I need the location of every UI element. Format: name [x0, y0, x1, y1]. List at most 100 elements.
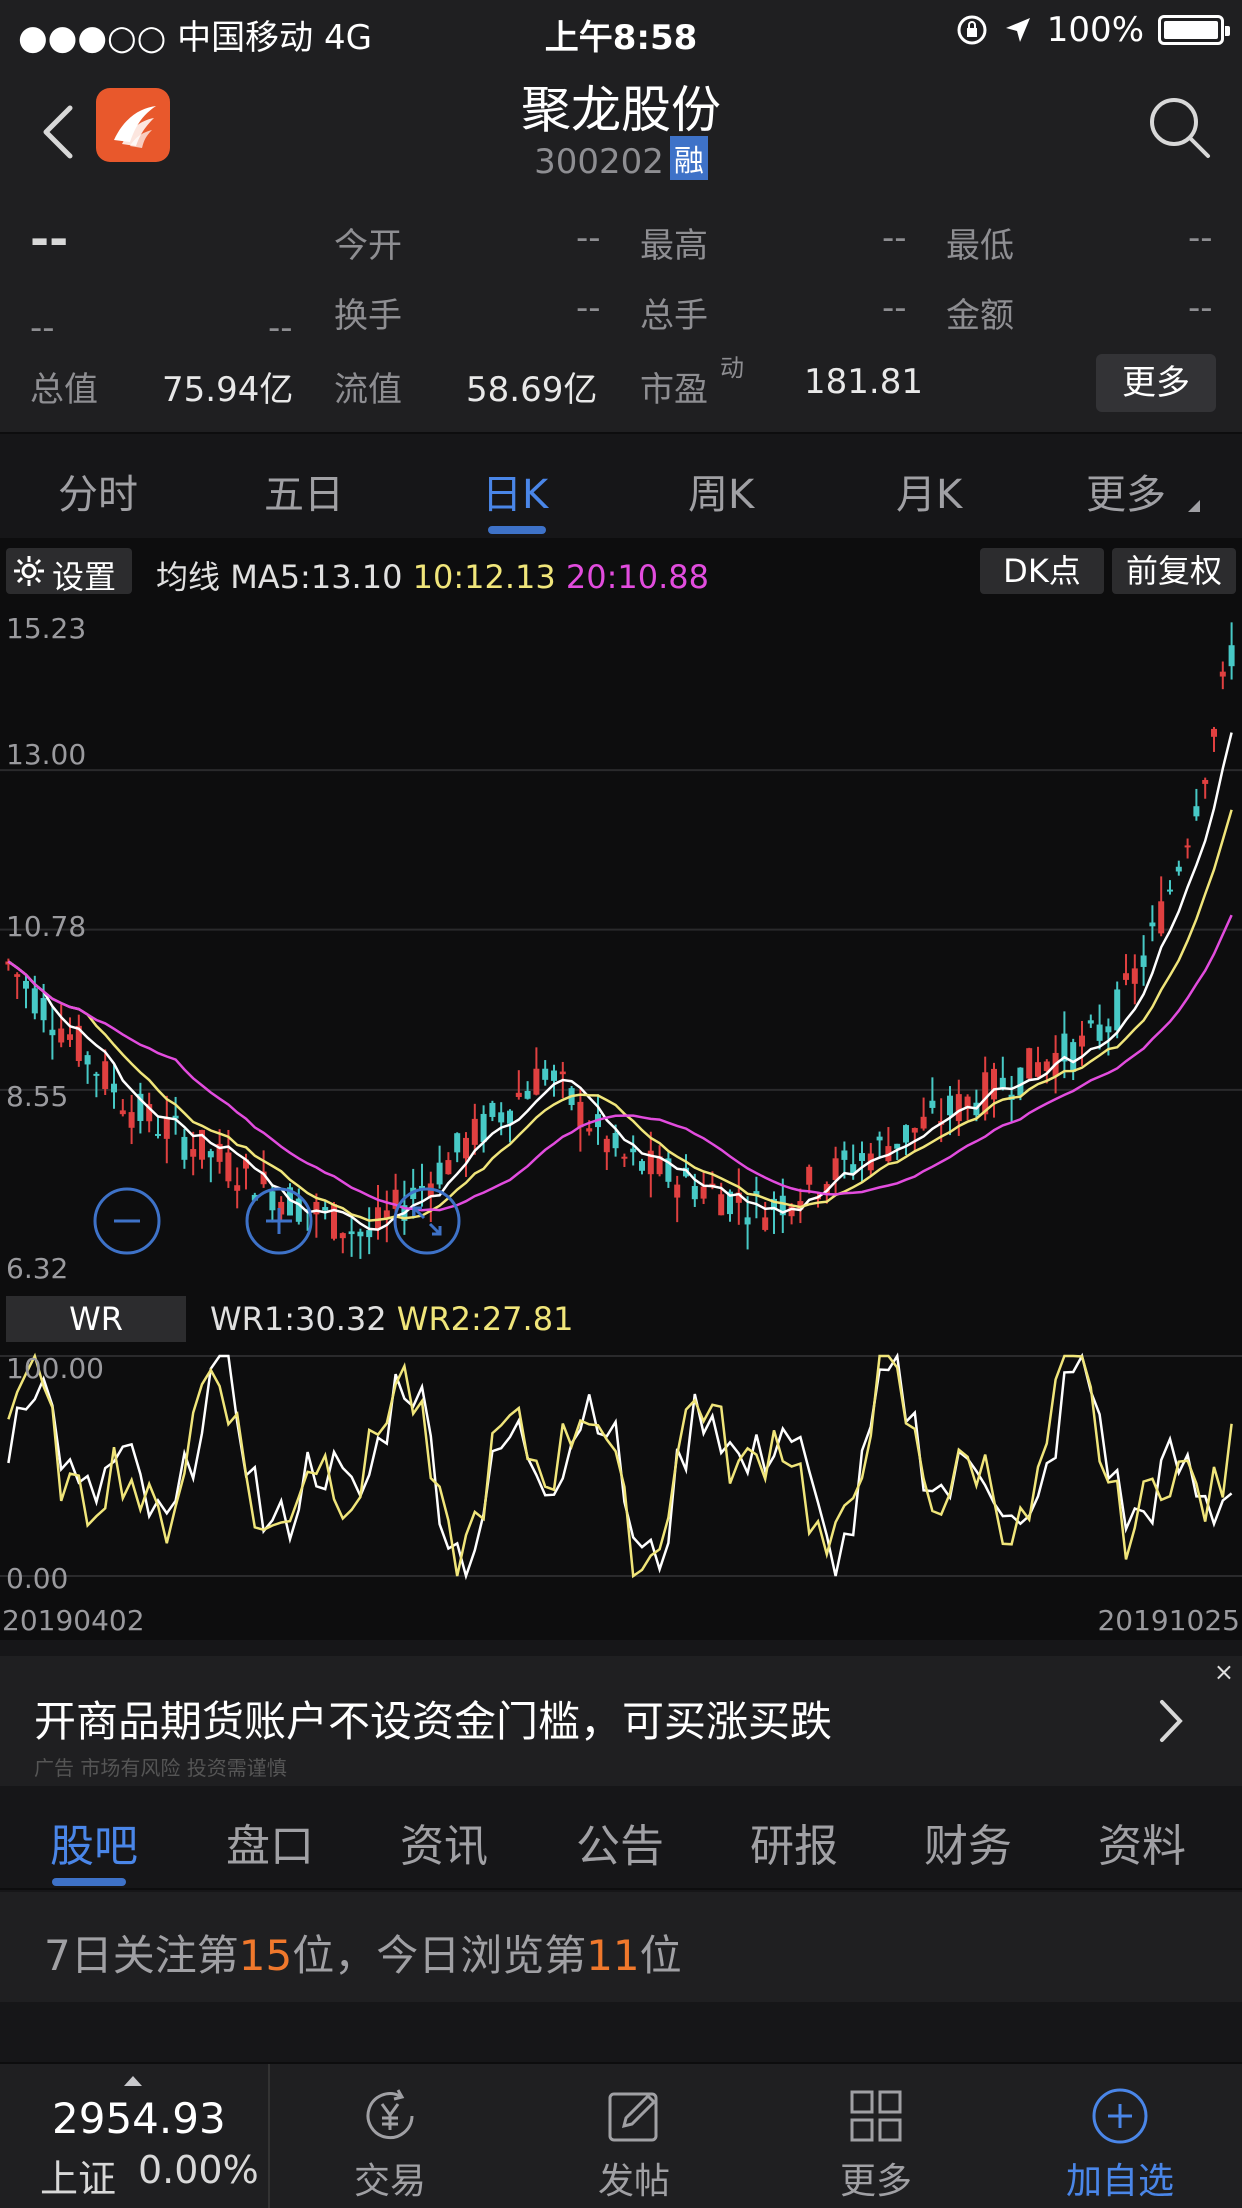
follow-rank: 15: [238, 1931, 293, 1980]
ad-banner[interactable]: 开商品期货账户不设资金门槛，可买涨买跌 广告 市场有风险 投资需谨慎 ×: [0, 1656, 1242, 1786]
pe-value: 181.81: [804, 362, 923, 402]
candle-body: [339, 1233, 346, 1239]
wr-indicator-button[interactable]: WR: [6, 1296, 186, 1342]
kline-chart[interactable]: [0, 600, 1242, 1292]
price-axis-label: 6.32: [6, 1252, 69, 1285]
tab-announcements[interactable]: 公告: [576, 1810, 664, 1874]
rank-prefix: 7日关注第: [44, 1931, 239, 1980]
candle-body: [691, 1186, 698, 1200]
candle-body: [366, 1230, 373, 1238]
candle-body: [119, 1110, 126, 1115]
candle-body: [999, 1077, 1006, 1089]
start-date-label: 20190402: [2, 1604, 145, 1637]
candle-body: [1123, 973, 1129, 980]
active-info-tab-indicator: [52, 1878, 126, 1886]
candle-body: [1158, 901, 1165, 934]
tab-monthly-k[interactable]: 月K: [896, 462, 962, 520]
yen-refresh-icon: [366, 2089, 414, 2140]
chart-settings-button[interactable]: 设置: [6, 548, 132, 596]
edit-icon: [608, 2092, 658, 2142]
zoom-in-icon[interactable]: [244, 1186, 314, 1256]
forward-adjust-button[interactable]: 前复权: [1112, 548, 1236, 594]
quote-more-button[interactable]: 更多: [1096, 354, 1216, 412]
pe-label: 市盈: [640, 370, 708, 410]
candle-body: [163, 1117, 170, 1139]
low-label: 最低: [946, 226, 1014, 266]
candle-body: [111, 1083, 117, 1093]
stock-header: 聚龙股份 300202 融: [0, 62, 1242, 192]
wr2-value: WR2:27.81: [396, 1300, 574, 1338]
wr-chart[interactable]: [0, 1348, 1242, 1604]
candle-body: [1070, 1042, 1077, 1072]
candle-body: [375, 1207, 381, 1230]
candle-body: [322, 1207, 329, 1211]
status-bar: ●●●○○ 中国移动 4G 上午8:58 100%: [0, 0, 1242, 62]
candle-body: [841, 1150, 848, 1160]
candle-body: [603, 1138, 610, 1153]
nav-trade[interactable]: 交易: [310, 2084, 470, 2204]
candle-body: [1096, 1024, 1103, 1041]
tab-order-book[interactable]: 盘口: [226, 1810, 314, 1874]
candle-body: [471, 1118, 478, 1145]
tab-news[interactable]: 资讯: [400, 1810, 488, 1874]
candle-body: [454, 1133, 461, 1153]
candle-body: [929, 1100, 936, 1108]
float-cap-label: 流值: [334, 370, 402, 410]
price-axis-label: 8.55: [6, 1080, 69, 1113]
index-ticker[interactable]: 2954.93 上证 0.00%: [0, 2064, 270, 2208]
tab-research[interactable]: 研报: [750, 1810, 838, 1874]
nav-more[interactable]: 更多: [796, 2084, 956, 2204]
ad-close-button[interactable]: ×: [1214, 1658, 1234, 1686]
pe-dynamic-sup: 动: [720, 354, 744, 382]
candle-body: [445, 1160, 452, 1175]
dk-point-button[interactable]: DK点: [980, 548, 1104, 594]
tab-weekly-k[interactable]: 周K: [688, 462, 754, 520]
grid-icon: [850, 2090, 902, 2142]
candle-body: [225, 1152, 232, 1182]
candle-body: [630, 1148, 637, 1153]
search-icon[interactable]: [1146, 94, 1212, 160]
nav-post-label: 发帖: [597, 2161, 670, 2202]
candle-body: [1087, 1020, 1094, 1024]
candle-body: [674, 1184, 681, 1198]
total-cap-value: 75.94亿: [162, 370, 294, 410]
tab-five-day[interactable]: 五日: [264, 462, 344, 520]
candle-body: [436, 1162, 443, 1185]
candle-body: [1184, 845, 1191, 848]
tab-profile[interactable]: 资料: [1098, 1810, 1186, 1874]
high-label: 最高: [640, 226, 708, 266]
attention-rank: 7日关注第15位，今日浏览第11位: [0, 1892, 1242, 2002]
nav-trade-label: 交易: [353, 2161, 426, 2202]
candle-body: [40, 998, 47, 1021]
candle-body: [718, 1194, 725, 1216]
wr-axis-label: 0.00: [6, 1562, 69, 1595]
tab-intraday[interactable]: 分时: [58, 462, 138, 520]
wr-toolbar: WR WR1:30.32 WR2:27.81: [0, 1292, 1242, 1344]
tab-forum[interactable]: 股吧: [50, 1810, 138, 1874]
stock-name: 聚龙股份: [521, 81, 721, 139]
nav-post[interactable]: 发帖: [554, 2084, 714, 2204]
zoom-out-icon[interactable]: [92, 1186, 162, 1256]
fullscreen-icon[interactable]: [392, 1186, 462, 1256]
candle-body: [920, 1116, 927, 1129]
candle-body: [190, 1149, 197, 1157]
browse-rank: 11: [586, 1931, 640, 1980]
wr1-value: WR1:30.32: [210, 1300, 387, 1338]
price-axis-label: 15.23: [6, 612, 87, 645]
end-date-label: 20191025: [1097, 1604, 1240, 1637]
candle-body: [1035, 1062, 1041, 1077]
price-change-pct: --: [268, 308, 293, 348]
expand-up-icon: [124, 2076, 142, 2086]
tab-more-periods[interactable]: 更多: [1086, 462, 1166, 520]
nav-add-watchlist[interactable]: 加自选: [1040, 2084, 1200, 2204]
tab-daily-k[interactable]: 日K: [482, 462, 548, 520]
ma5-value: MA5:13.10: [230, 558, 403, 596]
stock-code: 300202: [534, 142, 664, 182]
tab-financials[interactable]: 财务: [924, 1810, 1012, 1874]
candle-body: [93, 1073, 100, 1076]
candle-body: [859, 1153, 865, 1161]
wr-axis-label: 100.00: [6, 1352, 104, 1385]
active-tab-indicator: [488, 526, 546, 534]
total-cap-label: 总值: [30, 370, 98, 410]
candle-body: [762, 1217, 769, 1230]
